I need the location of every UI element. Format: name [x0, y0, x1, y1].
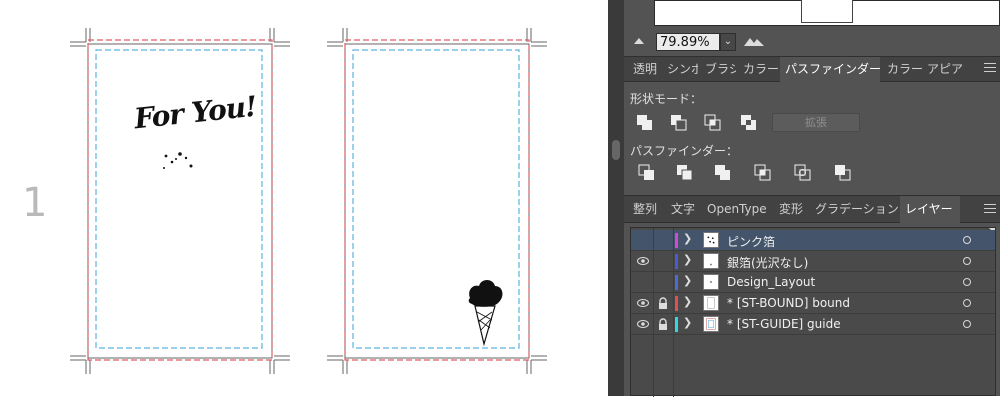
zoom-out-icon[interactable]: [634, 38, 644, 44]
artboard-2[interactable]: [327, 28, 547, 374]
target-icon[interactable]: [963, 257, 971, 265]
tab-color-guide[interactable]: カラー: [882, 57, 922, 82]
layer-thumbnail: [703, 232, 719, 248]
unite-icon[interactable]: [636, 114, 654, 132]
layer-color-bar: [675, 254, 678, 269]
layer-row-silver-foil[interactable]: ❯ 銀箔(光沢なし): [631, 251, 995, 272]
tab-opentype[interactable]: OpenType: [702, 196, 772, 223]
ice-cream-illustration: [468, 280, 503, 347]
layer-row-st-guide[interactable]: ❯ * [ST-GUIDE] guide: [631, 314, 995, 335]
eye-icon[interactable]: [637, 298, 649, 308]
layer-thumbnail: [703, 253, 719, 269]
navigator-preview[interactable]: [654, 0, 1000, 26]
layer-thumbnail: [703, 274, 719, 290]
lock-icon[interactable]: [658, 297, 668, 309]
layer-row-pink-foil[interactable]: ❯ ピンク箔: [631, 230, 995, 251]
minus-front-icon[interactable]: [670, 114, 688, 132]
shape-modes-label: 形状モード：: [630, 92, 703, 106]
crop-icon[interactable]: [754, 164, 772, 182]
layer-color-bar: [675, 233, 678, 248]
target-icon[interactable]: [963, 320, 971, 328]
layer-row-design-layout[interactable]: ❯ Design_Layout: [631, 272, 995, 293]
zoom-input[interactable]: 79.89%: [656, 33, 720, 51]
layer-color-bar: [675, 296, 678, 311]
tab-character[interactable]: 文字: [666, 196, 698, 223]
document-canvas[interactable]: 1 For You!: [0, 0, 608, 396]
page-number: 1: [22, 180, 48, 226]
merge-icon[interactable]: [714, 164, 732, 182]
panel-menu-icon[interactable]: [984, 204, 996, 216]
divide-icon[interactable]: [638, 164, 656, 182]
layers-list: ❯ ピンク箔 ❯ 銀箔(光沢なし) ❯ Design_Layout ❯ * [S…: [630, 227, 996, 397]
eye-icon[interactable]: [637, 319, 649, 329]
layer-name[interactable]: * [ST-BOUND] bound: [727, 296, 850, 310]
tabbar-top: 透明 シンボ ブラシ カラー パスファインダー カラー アピア: [624, 56, 1000, 82]
layer-color-bar: [675, 317, 678, 332]
target-icon[interactable]: [963, 236, 971, 244]
artboard-1[interactable]: [70, 28, 290, 374]
confetti-dots: [163, 152, 193, 169]
outline-icon[interactable]: [794, 164, 812, 182]
expand-button[interactable]: 拡張: [772, 113, 860, 132]
tab-brushes[interactable]: ブラシ: [700, 57, 736, 82]
layer-name[interactable]: Design_Layout: [727, 275, 815, 289]
tabbar-bottom: 整列 文字 OpenType 変形 グラデーション レイヤー: [624, 195, 1000, 223]
tab-transform[interactable]: 変形: [774, 196, 806, 223]
zoom-in-icon[interactable]: [744, 36, 764, 46]
trim-icon[interactable]: [676, 164, 694, 182]
minus-back-icon[interactable]: [834, 164, 852, 182]
tab-pathfinder[interactable]: パスファインダー: [780, 57, 880, 82]
right-panel-dock: 79.89% ⌄ 透明 シンボ ブラシ カラー パスファインダー カラー アピア…: [624, 0, 1000, 397]
target-icon[interactable]: [963, 299, 971, 307]
panel-menu-icon[interactable]: [984, 63, 996, 75]
panel-divider[interactable]: [608, 0, 624, 396]
eye-icon[interactable]: [637, 256, 649, 266]
tab-layers[interactable]: レイヤー: [900, 196, 960, 223]
zoom-controls: 79.89% ⌄: [624, 30, 1000, 54]
layer-row-st-bound[interactable]: ❯ * [ST-BOUND] bound: [631, 293, 995, 314]
exclude-icon[interactable]: [740, 114, 758, 132]
chevron-right-icon[interactable]: ❯: [683, 316, 692, 329]
tab-align[interactable]: 整列: [628, 196, 660, 223]
tab-gradient[interactable]: グラデーション: [810, 196, 898, 223]
layer-name[interactable]: 銀箔(光沢なし): [727, 254, 808, 271]
target-icon[interactable]: [963, 278, 971, 286]
chevron-right-icon[interactable]: ❯: [683, 232, 692, 245]
chevron-right-icon[interactable]: ❯: [683, 253, 692, 266]
layer-thumbnail: [703, 295, 719, 311]
chevron-right-icon[interactable]: ❯: [683, 295, 692, 308]
layer-name[interactable]: ピンク箔: [727, 233, 775, 250]
layer-name[interactable]: * [ST-GUIDE] guide: [727, 317, 841, 331]
collapse-handle[interactable]: [612, 140, 620, 160]
layer-thumbnail: [703, 316, 719, 332]
navigator-viewbox[interactable]: [801, 0, 853, 23]
layer-color-bar: [675, 275, 678, 290]
pathfinders-label: パスファインダー：: [630, 144, 739, 158]
tab-transparency[interactable]: 透明: [628, 57, 660, 82]
tab-color[interactable]: カラー: [738, 57, 778, 82]
tab-symbols[interactable]: シンボ: [662, 57, 698, 82]
lock-icon[interactable]: [658, 318, 668, 330]
tab-appearance[interactable]: アピア: [922, 57, 962, 82]
chevron-right-icon[interactable]: ❯: [683, 274, 692, 287]
chevron-down-icon[interactable]: ⌄: [720, 33, 736, 51]
intersect-icon[interactable]: [704, 114, 722, 132]
